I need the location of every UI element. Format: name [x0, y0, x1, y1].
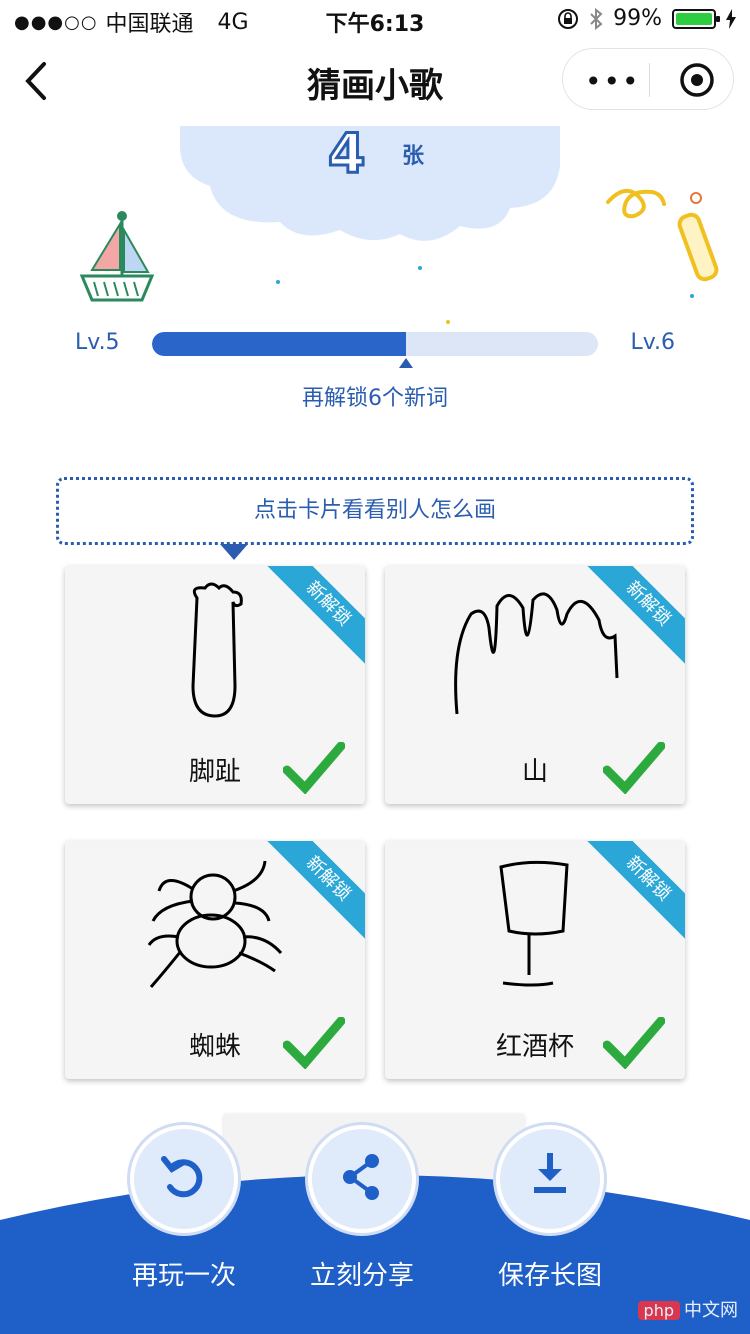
- replay-icon: [161, 1156, 203, 1198]
- capsule-divider: [649, 63, 650, 97]
- word-card-mountain[interactable]: 新解锁 山: [385, 566, 685, 804]
- current-level: Lv.5: [75, 330, 120, 355]
- site-watermark: php 中文网: [637, 1296, 738, 1322]
- sailboat-illustration: [79, 211, 155, 302]
- share-label: 立刻分享: [309, 1261, 414, 1291]
- share-button[interactable]: 立刻分享: [262, 1125, 462, 1292]
- check-icon: [603, 742, 665, 794]
- hint-tail: [220, 544, 248, 560]
- download-icon: [534, 1153, 566, 1193]
- check-icon: [283, 1017, 345, 1069]
- replay-label: 再玩一次: [131, 1261, 236, 1291]
- save-button-disc[interactable]: [496, 1125, 604, 1247]
- next-level: Lv.6: [630, 330, 675, 355]
- mini-program-capsule: •••: [562, 48, 734, 110]
- count-number: 4: [328, 128, 366, 180]
- level-progress: Lv.5 Lv.6 再解锁6个新词: [0, 320, 750, 420]
- bluetooth-icon: [590, 7, 603, 30]
- more-dots-icon[interactable]: •••: [585, 65, 641, 98]
- progress-fill: [152, 332, 407, 356]
- charging-icon: [726, 8, 736, 29]
- count-number-graphic: 4: [327, 128, 368, 180]
- share-button-disc[interactable]: [308, 1125, 416, 1247]
- navigation-bar: 猜画小歌 •••: [0, 40, 750, 126]
- count-unit: 张: [402, 144, 425, 169]
- save-label: 保存长图: [497, 1261, 602, 1291]
- battery-icon: [672, 8, 720, 29]
- progress-marker-icon: [399, 358, 414, 368]
- check-icon: [283, 742, 345, 794]
- status-bar: ●●●○○ 中国联通 4G 下午6:13 99%: [0, 0, 750, 40]
- target-icon[interactable]: [679, 62, 715, 98]
- progress-note: 再解锁6个新词: [302, 386, 448, 411]
- status-right: 99%: [557, 6, 736, 31]
- progress-track: [152, 332, 598, 356]
- rotation-lock-icon: [558, 8, 579, 29]
- watermark-badge: php: [637, 1301, 680, 1320]
- word-card-wine-glass[interactable]: 新解锁 红酒杯: [385, 841, 685, 1079]
- replay-button-disc[interactable]: [130, 1125, 238, 1247]
- watermark-text: 中文网: [684, 1300, 738, 1321]
- share-icon: [343, 1154, 379, 1200]
- hint-banner: 点击卡片看看别人怎么画: [56, 477, 694, 545]
- check-icon: [603, 1017, 665, 1069]
- save-image-button[interactable]: 保存长图: [450, 1125, 650, 1292]
- replay-button[interactable]: 再玩一次: [84, 1125, 284, 1292]
- word-card-toe[interactable]: 新解锁 脚趾: [65, 566, 365, 804]
- word-card-spider[interactable]: 新解锁 蜘蛛: [65, 841, 365, 1079]
- battery-percent: 99%: [613, 6, 662, 31]
